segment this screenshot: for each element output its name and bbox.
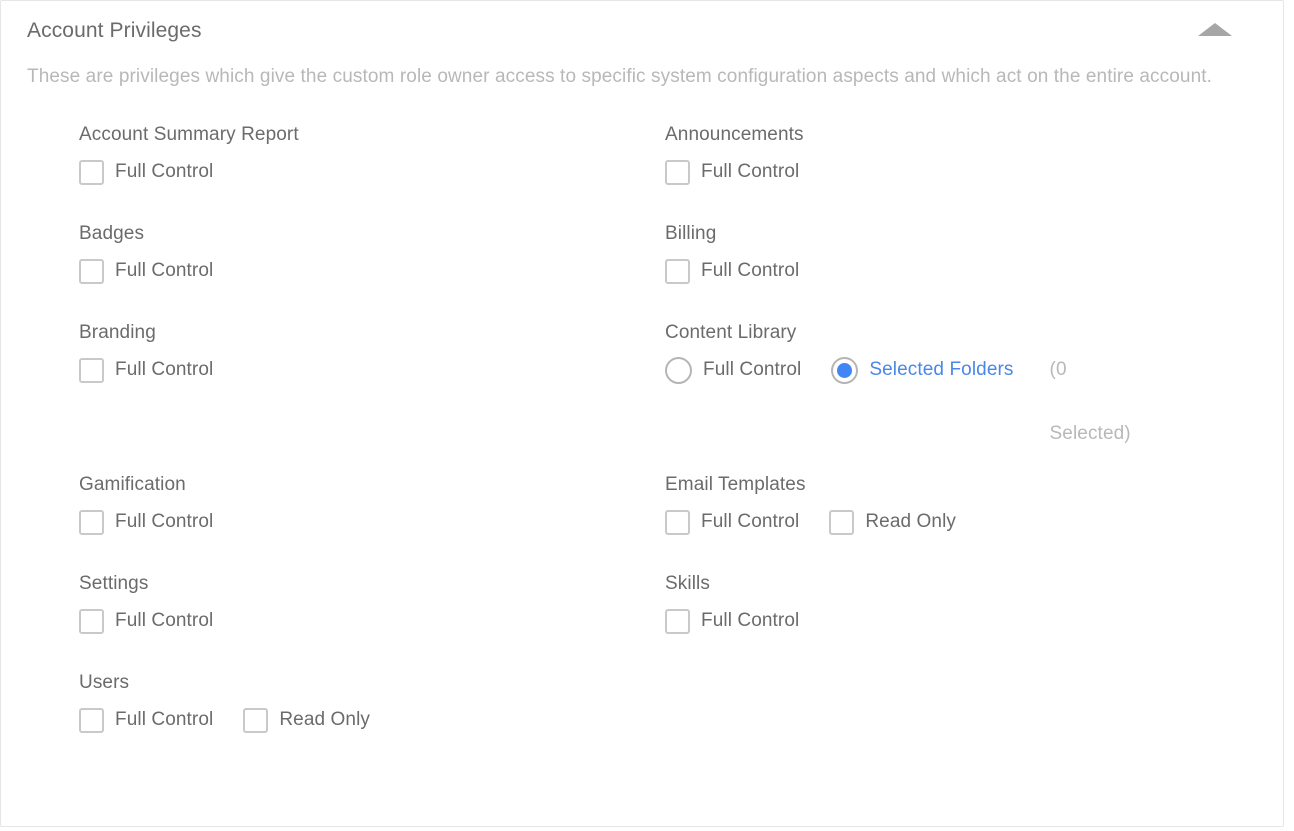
option-label: Selected Folders <box>869 359 1014 380</box>
option-label: Read Only <box>865 511 957 532</box>
collapse-toggle-button[interactable] <box>1197 19 1233 39</box>
privilege-group-branding: Branding Full Control <box>27 319 613 471</box>
option-label: Full Control <box>115 610 214 631</box>
panel-description: These are privileges which give the cust… <box>27 66 1212 87</box>
privilege-group-users: Users Full Control Read Only <box>27 669 613 768</box>
option-users-full-control[interactable]: Full Control <box>79 705 213 735</box>
privilege-options-row: Full Control <box>79 606 549 636</box>
option-branding-full-control[interactable]: Full Control <box>79 355 213 385</box>
privilege-options-row: Full Control <box>79 157 549 187</box>
checkbox[interactable] <box>79 159 104 185</box>
privilege-group-label: Billing <box>665 223 717 244</box>
privilege-group-label: Email Templates <box>665 474 806 495</box>
option-label: Full Control <box>701 511 800 532</box>
privilege-group-label: Account Summary Report <box>79 124 299 145</box>
checkbox[interactable] <box>665 159 690 185</box>
privilege-options-row: Full Control Read Only <box>79 705 549 735</box>
privilege-options-row: Full Control <box>665 157 1135 187</box>
privilege-group-label: Skills <box>665 573 710 594</box>
checkbox[interactable] <box>829 509 855 535</box>
option-email-templates-full-control[interactable]: Full Control <box>665 507 799 537</box>
privilege-options-row: Full Control <box>79 355 549 385</box>
checkbox[interactable] <box>79 258 104 284</box>
checkbox[interactable] <box>665 258 690 284</box>
privilege-group-label: Settings <box>79 573 149 594</box>
option-label: Full Control <box>115 359 214 380</box>
privilege-options-row: Full Control <box>665 606 1135 636</box>
option-label: Full Control <box>703 359 802 380</box>
option-content-library-full-control[interactable]: Full Control <box>665 355 801 385</box>
privilege-group-content-library: Content Library Full Control Selected Fold… <box>613 319 1213 471</box>
checkbox[interactable] <box>243 707 269 733</box>
privilege-options-row: Full Control <box>79 507 549 537</box>
radio-dot-icon <box>837 362 853 378</box>
page-title: Account Privileges <box>27 19 202 42</box>
option-label: Read Only <box>279 709 371 730</box>
radio-button-checked[interactable] <box>831 356 859 384</box>
checkbox[interactable] <box>79 509 104 535</box>
privilege-group-email-templates: Email Templates Full Control Read Only <box>613 471 1213 570</box>
privilege-group-label: Content Library <box>665 322 797 343</box>
radio-button[interactable] <box>665 356 692 384</box>
selected-folders-count: (0 Selected) <box>1050 355 1131 449</box>
privilege-group-label: Users <box>79 672 130 693</box>
privilege-grid: Account Summary Report Full Control Announ… <box>1 121 1283 768</box>
option-skills-full-control[interactable]: Full Control <box>665 606 799 636</box>
option-label: Full Control <box>701 161 800 182</box>
option-label: Full Control <box>115 709 214 730</box>
option-billing-full-control[interactable]: Full Control <box>665 256 799 286</box>
option-label: Full Control <box>115 260 214 281</box>
privilege-group-billing: Billing Full Control <box>613 220 1213 319</box>
option-users-read-only[interactable]: Read Only <box>243 705 370 735</box>
option-label: Full Control <box>115 511 214 532</box>
privilege-group-account-summary-report: Account Summary Report Full Control <box>27 121 613 220</box>
option-email-templates-read-only[interactable]: Read Only <box>829 507 956 537</box>
privilege-options-row: Full Control Read Only <box>665 507 1135 537</box>
privilege-group-badges: Badges Full Control <box>27 220 613 319</box>
privilege-group-settings: Settings Full Control <box>27 570 613 669</box>
option-label: Full Control <box>701 610 800 631</box>
checkbox[interactable] <box>79 707 104 733</box>
option-badges-full-control[interactable]: Full Control <box>79 256 213 286</box>
option-account-summary-report-full-control[interactable]: Full Control <box>79 157 213 187</box>
option-content-library-selected-folders[interactable]: Selected Folders <box>831 355 1013 385</box>
privilege-options-row: Full Control Selected Folders (0 Selected) <box>665 355 1135 449</box>
option-settings-full-control[interactable]: Full Control <box>79 606 213 636</box>
account-privileges-panel: Account Privileges These are privileges … <box>0 0 1284 827</box>
privilege-group-spacer <box>613 669 1213 768</box>
selected-folders-count-close: Selected) <box>1049 423 1131 444</box>
selected-folders-count-open: (0 <box>1049 359 1067 380</box>
caret-up-icon <box>1198 22 1232 36</box>
option-gamification-full-control[interactable]: Full Control <box>79 507 213 537</box>
privilege-options-row: Full Control <box>665 256 1135 286</box>
panel-header: Account Privileges <box>1 1 1283 45</box>
privilege-group-gamification: Gamification Full Control <box>27 471 613 570</box>
checkbox[interactable] <box>79 357 104 383</box>
option-label: Full Control <box>115 161 214 182</box>
checkbox[interactable] <box>665 509 690 535</box>
privilege-group-label: Badges <box>79 223 145 244</box>
privilege-group-label: Gamification <box>79 474 186 495</box>
privilege-group-skills: Skills Full Control <box>613 570 1213 669</box>
privilege-options-row: Full Control <box>79 256 549 286</box>
option-announcements-full-control[interactable]: Full Control <box>665 157 799 187</box>
option-label: Full Control <box>701 260 800 281</box>
privilege-group-announcements: Announcements Full Control <box>613 121 1213 220</box>
checkbox[interactable] <box>665 608 690 634</box>
privilege-group-label: Branding <box>79 322 156 343</box>
privilege-group-label: Announcements <box>665 124 804 145</box>
checkbox[interactable] <box>79 608 104 634</box>
